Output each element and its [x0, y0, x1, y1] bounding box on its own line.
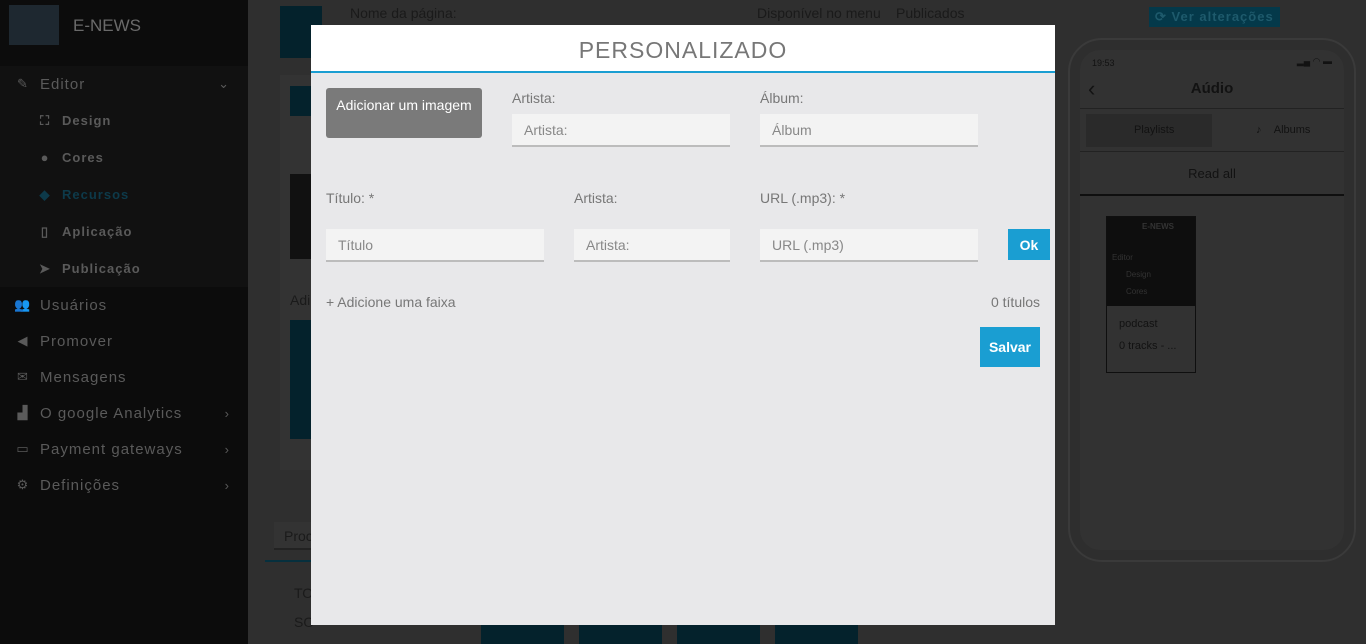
sidebar-item-analytics[interactable]: ▟ O google Analytics › [0, 395, 248, 431]
sidebar-item-label: Payment gateways [40, 440, 183, 458]
logo [9, 5, 59, 45]
gears-icon: ⚙ [16, 477, 30, 492]
phone-time: 19:53 [1092, 58, 1115, 68]
tab-albums[interactable]: ♪ Albums [1256, 124, 1310, 136]
menu-label: Disponível no menu [757, 5, 881, 21]
cube-icon: ◆ [39, 186, 51, 202]
sidebar-item-payment-gateways[interactable]: ▭ Payment gateways › [0, 431, 248, 467]
view-changes-button[interactable]: ⟳ Ver alterações [1149, 7, 1280, 27]
sidebar-item-label: Promover [40, 332, 114, 350]
sidebar-item-label: Aplicação [62, 224, 133, 239]
mobile-icon: ▯ [40, 223, 50, 239]
sidebar-nav: ✎ Editor ⌄ ⛶ Design ● Cores ◆ Recursos ▯ Aplic… [0, 66, 248, 503]
custom-audio-modal: PERSONALIZADO Adicionar um imagem Artist… [311, 25, 1055, 625]
refresh-icon: ⟳ [1155, 9, 1172, 24]
artist-input[interactable] [512, 114, 730, 147]
ok-button[interactable]: Ok [1008, 229, 1050, 260]
track-artist-input[interactable] [574, 229, 730, 262]
card-subtitle: 0 tracks - ... [1119, 340, 1177, 352]
chevron-right-icon: › [224, 441, 230, 457]
tile-imagens[interactable] [579, 625, 662, 644]
sidebar-item-label: Definições [40, 476, 121, 494]
tile-audio[interactable] [481, 625, 564, 644]
status-icons: ▂▄ ◠ ▬ [1296, 56, 1332, 66]
sidebar-item-mensagens[interactable]: ✉ Mensagens [0, 359, 248, 395]
add-image-button[interactable]: Adicionar um imagem [326, 88, 482, 138]
add-label: Adi [290, 292, 311, 308]
sidebar-item-label: Usuários [40, 296, 108, 314]
sidebar-item-label: Mensagens [40, 368, 127, 386]
pencil-icon: ✎ [17, 76, 29, 91]
phone-screen: 19:53 ▂▄ ◠ ▬ ‹ Aúdio Playlists ♪ Albums … [1080, 50, 1344, 550]
card-title: podcast [1119, 318, 1158, 330]
tab-underline [265, 560, 311, 562]
playlist-card[interactable]: E-NEWS Editor Design Cores podcast 0 tra… [1106, 216, 1196, 373]
sidebar-item-label: Cores [62, 150, 104, 165]
track-title-label: Título: * [326, 190, 375, 206]
sidebar-item-aplicacao[interactable]: ▯ Aplicação [0, 213, 248, 250]
chevron-right-icon: › [224, 405, 230, 421]
credit-card-icon: ▭ [16, 441, 30, 456]
sidebar-item-cores[interactable]: ● Cores [0, 139, 248, 176]
phone-preview: 19:53 ▂▄ ◠ ▬ ‹ Aúdio Playlists ♪ Albums … [1068, 38, 1356, 562]
sidebar-item-editor[interactable]: ✎ Editor ⌄ [0, 66, 248, 102]
music-note-icon: ♪ [1256, 124, 1274, 136]
sidebar-item-promover[interactable]: ◀ Promover [0, 323, 248, 359]
phone-tabs: Playlists ♪ Albums [1080, 108, 1344, 152]
track-title-input[interactable] [326, 229, 544, 262]
phone-title: Aúdio [1190, 80, 1234, 97]
envelope-icon: ✉ [17, 369, 29, 384]
palette-icon: ● [40, 150, 50, 165]
album-input[interactable] [760, 114, 978, 147]
sidebar-item-usuarios[interactable]: 👥 Usuários [0, 287, 248, 323]
page-name-label: Nome da página: [350, 5, 457, 21]
paper-plane-icon: ➤ [39, 260, 51, 276]
sidebar-item-label: Editor [40, 75, 86, 93]
sidebar-item-label: O google Analytics [40, 404, 183, 422]
brand-name: E-NEWS [73, 16, 141, 35]
sidebar-item-label: Design [62, 113, 112, 128]
album-label: Álbum: [760, 90, 804, 106]
chevron-down-icon: ⌄ [218, 76, 230, 91]
sidebar-item-recursos[interactable]: ◆ Recursos [0, 176, 248, 213]
sidebar-item-label: Publicação [62, 261, 141, 276]
save-button[interactable]: Salvar [980, 327, 1040, 367]
tab-playlists[interactable]: Playlists [1086, 114, 1212, 147]
modal-title: PERSONALIZADO [311, 25, 1055, 73]
sidebar-item-design[interactable]: ⛶ Design [0, 102, 248, 139]
tile-rss[interactable] [677, 625, 760, 644]
users-icon: 👥 [14, 297, 32, 312]
track-artist-label: Artista: [574, 190, 618, 206]
url-label: URL (.mp3): * [760, 190, 846, 206]
sidebar-item-definicoes[interactable]: ⚙ Definições › [0, 467, 248, 503]
card-thumbnail: E-NEWS Editor Design Cores [1107, 217, 1195, 306]
sidebar-item-label: Recursos [62, 187, 130, 202]
view-changes-label: Ver alterações [1171, 9, 1274, 24]
published-label: Publicados [896, 5, 965, 21]
read-all-button[interactable]: Read all [1080, 152, 1344, 196]
artist-label: Artista: [512, 90, 556, 106]
add-track-link[interactable]: + Adicione uma faixa [326, 294, 456, 310]
url-input[interactable] [760, 229, 978, 262]
tile-radio[interactable] [775, 625, 858, 644]
design-icon: ⛶ [39, 112, 51, 128]
sidebar: E-NEWS ✎ Editor ⌄ ⛶ Design ● Cores ◆ Recursos… [0, 0, 248, 644]
sidebar-item-publicacao[interactable]: ➤ Publicação [0, 250, 248, 287]
track-count: 0 títulos [990, 294, 1040, 310]
tab-proc[interactable]: Proc [274, 522, 314, 550]
chart-icon: ▟ [17, 405, 29, 420]
megaphone-icon: ◀ [17, 333, 29, 348]
chevron-right-icon: › [224, 477, 230, 493]
